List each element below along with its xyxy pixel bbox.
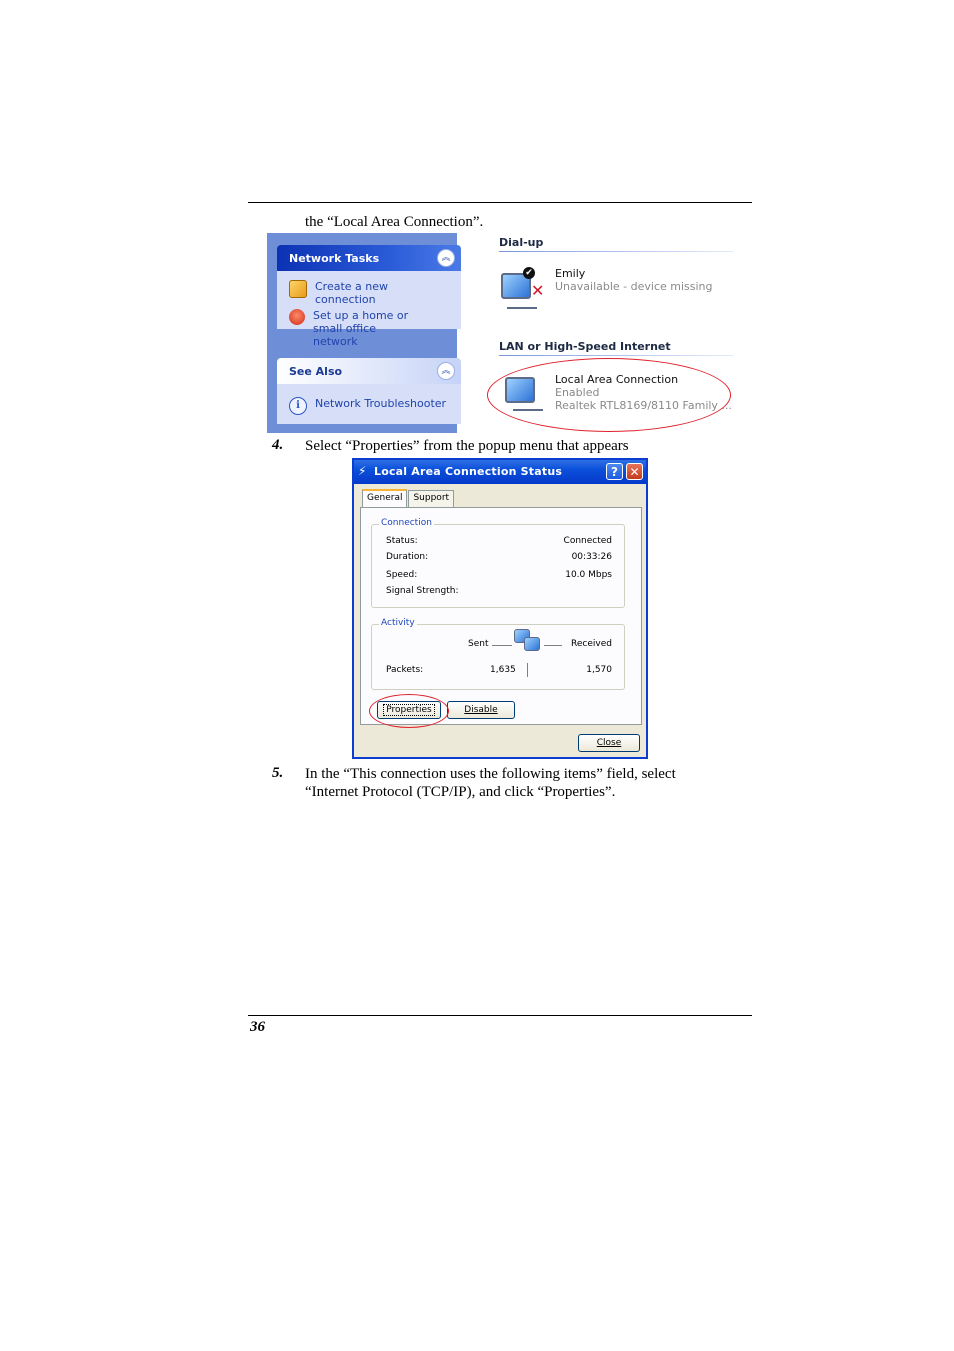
disable-button[interactable]: Disable: [447, 701, 515, 719]
task-label: Network Troubleshooter: [315, 397, 447, 410]
new-connection-icon: [289, 280, 307, 298]
duration-value: 00:33:26: [571, 552, 612, 562]
duration-label: Duration:: [386, 552, 429, 562]
step5-line2: “Internet Protocol (TCP/IP), and click “…: [305, 784, 616, 800]
status-dialog: ⚡ Local Area Connection Status ? ✕ Gener…: [352, 458, 648, 759]
connections-list: Dial-up ✔ ✕ Emily Unavailable - device m…: [485, 233, 733, 433]
see-also-header[interactable]: See Also ︽: [277, 358, 461, 384]
close-icon[interactable]: ✕: [626, 463, 643, 480]
packets-received-value: 1,570: [586, 665, 612, 675]
connection-group: Connection Status: Connected Duration: 0…: [371, 518, 625, 608]
speed-label: Speed:: [386, 570, 418, 580]
see-also-body: i Network Troubleshooter: [277, 384, 461, 424]
speed-value: 10.0 Mbps: [565, 570, 612, 580]
highlight-ellipse: [487, 358, 731, 432]
connection-emily[interactable]: ✔ ✕ Emily Unavailable - device missing: [499, 267, 713, 313]
task-label: Create a new connection: [315, 280, 389, 306]
task-create-connection[interactable]: Create a new connection: [289, 280, 451, 306]
packets-label: Packets:: [386, 665, 424, 675]
status-value: Connected: [563, 536, 612, 546]
info-icon: i: [289, 397, 307, 415]
connection-status: Unavailable - device missing: [555, 280, 713, 293]
dialog-titlebar[interactable]: ⚡ Local Area Connection Status ? ✕: [354, 460, 646, 484]
connection-name: Emily: [555, 267, 586, 280]
see-also-title: See Also: [289, 365, 343, 378]
help-button[interactable]: ?: [606, 463, 623, 480]
step4-text: Select “Properties” from the popup menu …: [305, 438, 629, 454]
tab-page-general: Connection Status: Connected Duration: 0…: [360, 507, 642, 728]
group-divider: [499, 251, 733, 252]
network-connection-icon: ✔ ✕: [499, 267, 547, 313]
close-button-label: Close: [596, 738, 622, 748]
activity-computers-icon: [514, 629, 540, 653]
task-troubleshooter[interactable]: i Network Troubleshooter: [289, 397, 451, 415]
network-tasks-body: Create a new connection Set up a home or…: [277, 271, 461, 348]
step5-number: 5.: [272, 765, 284, 781]
tab-support[interactable]: Support: [408, 490, 455, 508]
network-connections-screenshot: Network Tasks ︽ Create a new connection …: [267, 233, 733, 433]
page-number: 36: [250, 1019, 265, 1035]
disable-button-label: Disable: [464, 705, 498, 715]
header-rule: [248, 202, 752, 203]
collapse-chevron-icon[interactable]: ︽: [437, 362, 455, 380]
packets-sent-value: 1,635: [490, 665, 516, 675]
error-x-icon: ✕: [531, 281, 545, 300]
connection-group-label: Connection: [379, 518, 434, 528]
step4-number: 4.: [272, 437, 284, 453]
see-also-panel: See Also ︽ i Network Troubleshooter: [277, 358, 461, 424]
close-button[interactable]: Close: [578, 734, 640, 752]
task-pane: Network Tasks ︽ Create a new connection …: [267, 233, 461, 433]
footer-rule: [248, 1015, 752, 1016]
group-heading-dialup: Dial-up: [499, 236, 544, 249]
status-label: Status:: [386, 536, 418, 546]
group-divider: [499, 355, 733, 356]
group-heading-lan: LAN or High-Speed Internet: [499, 340, 671, 353]
network-tasks-header[interactable]: Network Tasks ︽: [277, 245, 461, 271]
signal-strength-label: Signal Strength:: [386, 586, 459, 596]
activity-group-label: Activity: [379, 618, 417, 628]
collapse-chevron-icon[interactable]: ︽: [437, 249, 455, 267]
network-icon: ⚡: [358, 464, 367, 478]
task-home-network[interactable]: Set up a home or small office network: [289, 309, 451, 348]
tab-bar: General Support: [362, 489, 455, 508]
sent-label: Sent: [468, 639, 489, 649]
tab-general[interactable]: General: [362, 489, 408, 507]
dialog-title: Local Area Connection Status: [374, 465, 563, 478]
received-label: Received: [571, 639, 612, 649]
intro-text: the “Local Area Connection”.: [305, 214, 484, 230]
network-tasks-panel: Network Tasks ︽ Create a new connection …: [277, 245, 461, 348]
network-tasks-title: Network Tasks: [289, 252, 380, 265]
task-label: Set up a home or small office network: [313, 309, 409, 348]
home-network-icon: [289, 309, 305, 325]
step5-line1: In the “This connection uses the followi…: [305, 766, 676, 782]
highlight-ellipse: [369, 694, 449, 728]
activity-group: Activity Sent Received Packets: 1,635 1,…: [371, 618, 625, 690]
